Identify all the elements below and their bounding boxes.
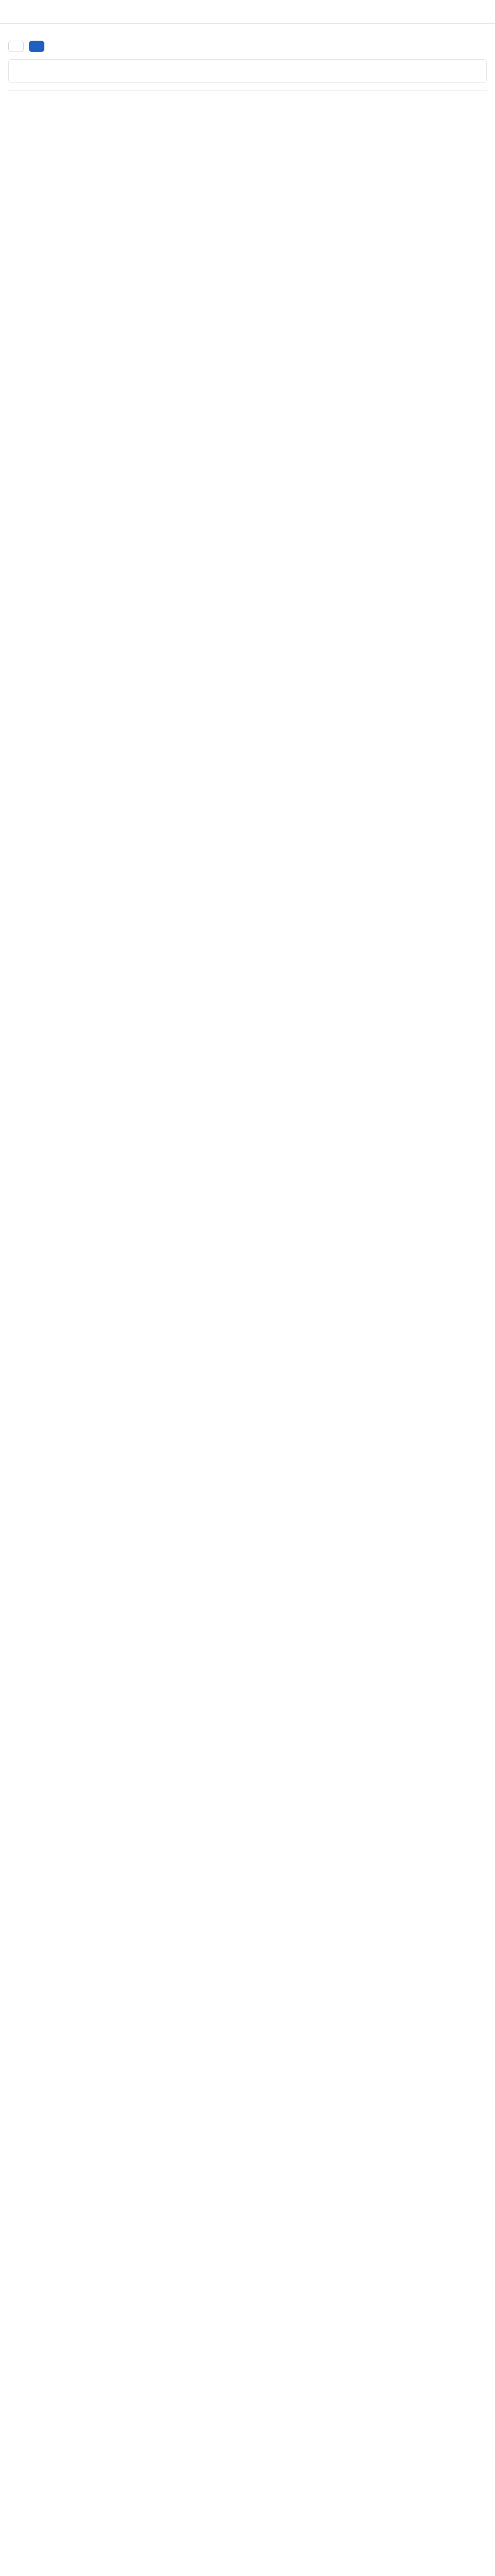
top-bar <box>0 0 495 24</box>
primary-actions <box>8 41 487 52</box>
main-container <box>0 24 495 117</box>
apply-button[interactable] <box>29 41 44 52</box>
footer-divider <box>8 90 487 91</box>
save-button[interactable] <box>8 41 24 52</box>
sections <box>8 59 487 83</box>
content-section <box>8 59 487 83</box>
page-header <box>8 41 487 52</box>
